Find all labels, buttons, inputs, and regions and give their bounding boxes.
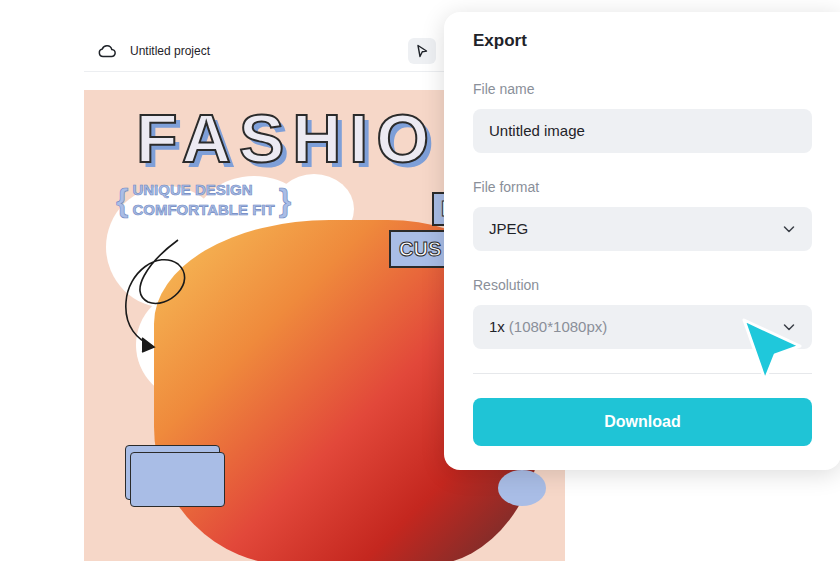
screen: Untitled project FASHIO { UNIQUE DESIGNC… xyxy=(0,0,840,561)
project-title[interactable]: Untitled project xyxy=(130,42,210,60)
cloud-icon[interactable] xyxy=(98,44,116,58)
chevron-down-icon[interactable] xyxy=(782,222,796,236)
field-value: Untitled image xyxy=(489,120,585,143)
select-tool-button[interactable] xyxy=(408,38,436,64)
field-label: File name xyxy=(473,79,812,99)
mouse-cursor-icon xyxy=(738,316,808,386)
export-panel: Export File name Untitled image File forma… xyxy=(444,12,840,470)
tagline-group[interactable]: { UNIQUE DESIGNCOMFORTABLE FIT } xyxy=(116,180,291,220)
field-label: File format xyxy=(473,177,812,197)
brace: } xyxy=(279,184,291,216)
field-label: Resolution xyxy=(473,275,812,295)
field-hint: (1080*1080px) xyxy=(509,316,607,339)
field-value: 1x xyxy=(489,316,505,339)
tagline: COMFORTABLE FIT xyxy=(132,200,274,220)
circle-shape[interactable] xyxy=(498,470,546,506)
text-field[interactable]: Untitled image xyxy=(473,109,812,153)
tagline: UNIQUE DESIGN xyxy=(132,180,274,200)
download-button[interactable]: Download xyxy=(473,398,812,446)
field-value: JPEG xyxy=(489,218,528,241)
chevron-down-icon[interactable] xyxy=(782,320,796,334)
brace: { xyxy=(116,184,128,216)
panel-title: Export xyxy=(473,29,812,53)
squiggle-arrow-icon[interactable] xyxy=(108,232,200,360)
headline[interactable]: FASHIO xyxy=(136,104,437,172)
card-shape[interactable] xyxy=(130,452,225,507)
pointer-icon xyxy=(416,44,428,58)
select-field[interactable]: JPEG xyxy=(473,207,812,251)
